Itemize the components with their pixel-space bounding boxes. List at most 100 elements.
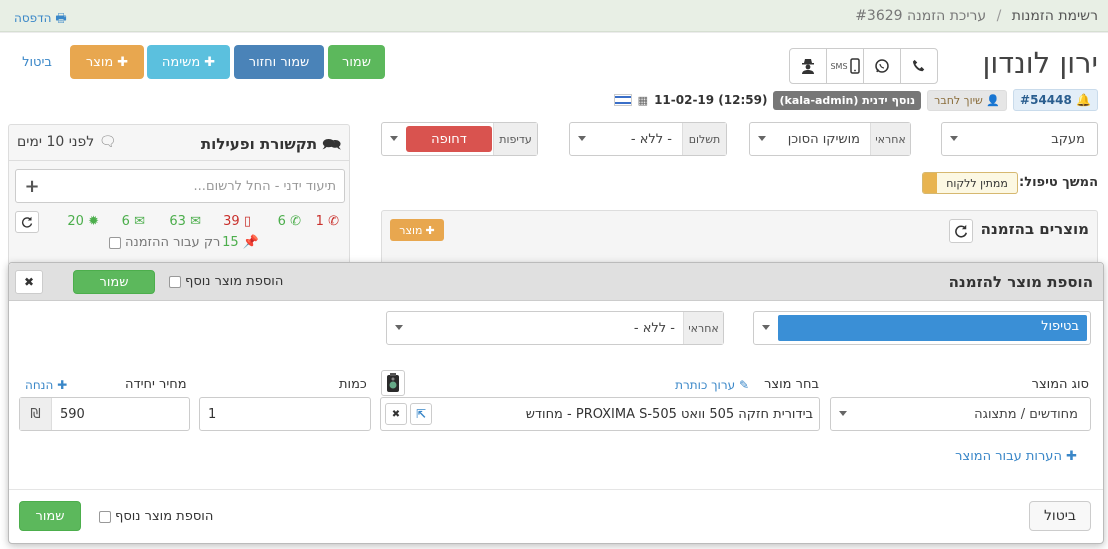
qty-input[interactable]: 1 xyxy=(199,397,371,431)
modal-save-button-top[interactable]: שמור xyxy=(73,270,155,294)
qty-label: כמות xyxy=(339,377,367,392)
comments-icon: 🗪 xyxy=(322,135,341,153)
note-input[interactable]: תיעוד ידני - החל לרשום... + xyxy=(15,169,345,203)
edit-title-link[interactable]: ✎ ערוך כותרת xyxy=(675,378,749,392)
bell-icon: 🔔 xyxy=(1076,93,1091,107)
plus-icon: ✚ xyxy=(117,54,129,70)
chevron-down-icon xyxy=(758,136,766,141)
spy-button[interactable] xyxy=(789,48,827,84)
checkbox-box[interactable] xyxy=(99,510,111,523)
added-by-badge: נוסף ידנית (kala-admin) xyxy=(773,90,922,110)
only-order-label: רק עבור ההזמנה xyxy=(125,235,221,250)
whatsapp-button[interactable] xyxy=(863,48,901,84)
product-image-button[interactable] xyxy=(381,370,405,396)
priority-select[interactable]: עדיפות דחופה xyxy=(381,122,538,156)
add-task-button[interactable]: ✚ משימה xyxy=(147,45,230,79)
chevron-down-icon xyxy=(390,136,398,141)
only-order-checkbox[interactable]: רק עבור ההזמנה xyxy=(109,235,220,250)
save-return-button[interactable]: שמור וחזור xyxy=(234,45,324,79)
link-member-label: שיוך לחבר xyxy=(934,93,983,107)
products-refresh-button[interactable] xyxy=(949,219,973,243)
chevron-down-icon xyxy=(395,325,403,330)
add-task-label: משימה xyxy=(161,54,201,70)
messages-count: 63 xyxy=(169,214,186,229)
payment-select[interactable]: תשלום - ללא - xyxy=(569,122,727,156)
products-add-button[interactable]: ✚ מוצר xyxy=(390,219,444,241)
clear-product-button[interactable]: ✖ xyxy=(385,403,407,425)
modal-agent-addon: אחראי xyxy=(683,312,723,344)
close-icon: ✖ xyxy=(391,408,401,420)
print-link[interactable]: 🖶 הדפסה xyxy=(14,9,67,30)
choose-product-label: בחר מוצר xyxy=(764,377,819,392)
email-stat[interactable]: 6 ✉ xyxy=(122,214,145,229)
unit-price-input[interactable]: ₪ 590 xyxy=(19,397,190,431)
qty-value: 1 xyxy=(208,407,217,422)
top-bar: רשימת הזמנות / עריכת הזמנה #3629 🖶 הדפסה xyxy=(0,0,1108,32)
phone-icon xyxy=(912,59,925,72)
pencil-icon: ✎ xyxy=(738,378,749,392)
calls-stat[interactable]: 1 ✆ xyxy=(316,214,339,229)
close-button[interactable]: ✖ xyxy=(15,270,43,294)
discount-link[interactable]: ✚ הנחה xyxy=(25,378,67,392)
whatsapp-stat[interactable]: 6 ✆ xyxy=(278,214,301,229)
modal-agent-select[interactable]: אחראי - ללא - xyxy=(386,311,724,345)
add-another-label: הוספת מוצר נוסף xyxy=(185,274,284,289)
cancel-link[interactable]: ביטול xyxy=(14,45,60,79)
print-icon: 🖶 xyxy=(55,11,67,25)
breadcrumb: רשימת הזמנות / עריכת הזמנה #3629 xyxy=(855,8,1098,24)
modal-save-button-bottom[interactable]: שמור xyxy=(19,501,81,531)
product-select[interactable]: בידורית חזקה 505 וואט PROXIMA S-505 - מח… xyxy=(380,397,820,431)
messages-stat[interactable]: 63 ✉ xyxy=(169,214,201,229)
pins-stat[interactable]: 15 📌 xyxy=(222,235,259,250)
chevron-down-icon xyxy=(762,325,770,330)
customer-meta: ▦ (12:59) 11-02-19 נוסף ידנית (kala-admi… xyxy=(613,89,1098,111)
mobile-count: 39 xyxy=(223,214,240,229)
save-button[interactable]: שמור xyxy=(328,45,385,79)
unit-price-label: מחיר יחידה xyxy=(125,377,187,392)
priority-value: דחופה xyxy=(406,126,492,152)
call-button[interactable] xyxy=(900,48,938,84)
checkbox-box[interactable] xyxy=(169,275,181,288)
open-product-button[interactable]: ⇱ xyxy=(410,403,432,425)
contact-buttons: SMS xyxy=(789,48,938,84)
whatsapp-count: 6 xyxy=(277,214,286,229)
sms-button[interactable]: SMS xyxy=(826,48,864,84)
modal-status-select[interactable]: בטיפול xyxy=(753,311,1091,345)
mobile-stat[interactable]: 39 ▯ xyxy=(223,214,251,229)
order-ref-badge[interactable]: 🔔 #54448 xyxy=(1013,89,1098,111)
add-product-button[interactable]: ✚ מוצר xyxy=(70,45,144,79)
checkbox-box[interactable] xyxy=(109,236,121,249)
currency-addon: ₪ xyxy=(20,398,52,430)
communication-title-text: תקשורת ופעילות xyxy=(200,135,318,153)
agent-select[interactable]: אחראי מושיקו הסוכן xyxy=(749,122,911,156)
product-type-select[interactable]: מחודשים / מתצוגה xyxy=(830,397,1091,431)
communication-panel: 🗪 תקשורת ופעילות 🗨 לפני 10 ימים תיעוד יד… xyxy=(8,124,350,266)
external-link-icon: ⇱ xyxy=(415,407,427,421)
breadcrumb-root[interactable]: רשימת הזמנות xyxy=(1012,8,1098,24)
email-count: 6 xyxy=(121,214,130,229)
plus-icon: ✚ xyxy=(57,378,68,392)
products-title: מוצרים בהזמנה xyxy=(980,220,1089,238)
note-placeholder: תיעוד ידני - החל לרשום... xyxy=(193,179,336,194)
points-stat[interactable]: 20 ✹ xyxy=(67,214,99,229)
user-icon: 👤 xyxy=(986,93,1001,107)
payment-value: - ללא - xyxy=(630,132,672,147)
link-member-badge[interactable]: 👤 שיוך לחבר xyxy=(927,89,1008,111)
status-value: מעקב xyxy=(1051,132,1085,147)
add-another-checkbox-bottom[interactable]: הוספת מוצר נוסף xyxy=(99,509,213,524)
products-add-label: מוצר xyxy=(399,223,423,237)
product-notes-link[interactable]: ✚ הערות עבור המוצר xyxy=(955,449,1077,464)
mobile-icon xyxy=(849,58,860,74)
add-note-button[interactable]: + xyxy=(16,170,48,202)
add-another-checkbox-top[interactable]: הוספת מוצר נוסף xyxy=(169,274,283,289)
discount-label: הנחה xyxy=(25,378,54,392)
followup-badge[interactable]: ממתין ללקוח xyxy=(922,172,1018,194)
breadcrumb-current: עריכת הזמנה #3629 xyxy=(855,8,987,24)
chevron-down-icon xyxy=(950,136,958,141)
modal-cancel-button[interactable]: ביטול xyxy=(1029,501,1091,531)
add-product-label: מוצר xyxy=(85,54,114,70)
envelope-outline-icon: ✉ xyxy=(190,214,201,229)
products-panel: מוצרים בהזמנה ✚ מוצר xyxy=(381,210,1098,270)
status-select[interactable]: מעקב xyxy=(941,122,1098,156)
modal-footer-divider xyxy=(9,489,1103,490)
